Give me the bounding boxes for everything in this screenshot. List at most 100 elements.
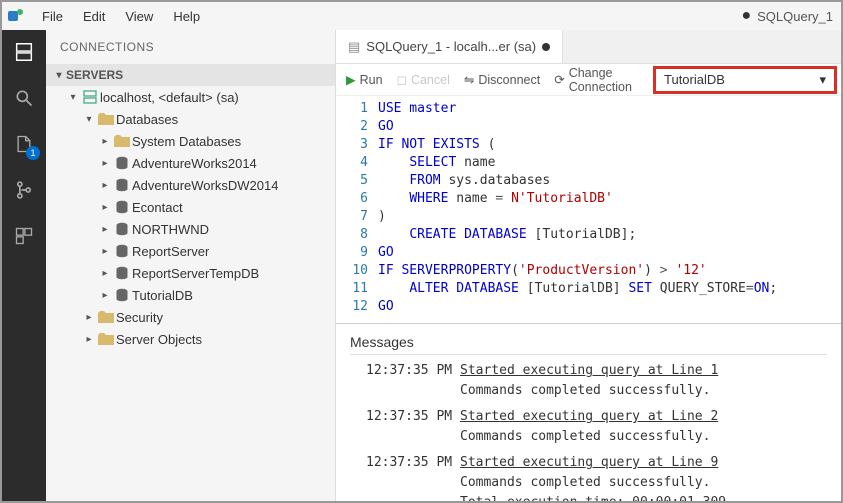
db-node[interactable]: ▸ NORTHWND (46, 218, 335, 240)
db-label: TutorialDB (132, 288, 193, 303)
tab-dirty-indicator (542, 43, 550, 51)
servers-section[interactable]: ▾ SERVERS (46, 64, 335, 86)
code-lines: USE masterGOIF NOT EXISTS ( SELECT name … (378, 100, 841, 323)
database-icon (112, 288, 132, 302)
message-row: Total execution time: 00:00:01.309 (350, 493, 827, 501)
activity-explorer-icon[interactable]: 1 (10, 130, 38, 158)
db-label: ReportServerTempDB (132, 266, 259, 281)
message-timestamp (350, 381, 460, 401)
app-icon (6, 6, 26, 26)
message-link[interactable]: Started executing query at Line 2 (460, 407, 827, 427)
db-node[interactable]: ▸TutorialDB (46, 284, 335, 306)
code-editor[interactable]: 123456789101112 USE masterGOIF NOT EXIST… (336, 96, 841, 323)
message-link[interactable]: Started executing query at Line 9 (460, 453, 827, 473)
run-button[interactable]: ▶ Run (346, 72, 383, 87)
message-row: Commands completed successfully. (350, 427, 827, 447)
database-icon (112, 178, 132, 192)
tab-sqlquery1[interactable]: ▤ SQLQuery_1 - localh...er (sa) (336, 30, 563, 63)
message-row: 12:37:35 PMStarted executing query at Li… (350, 361, 827, 381)
activity-badge: 1 (26, 146, 40, 160)
message-text: Total execution time: 00:00:01.309 (460, 493, 827, 501)
db-label: NORTHWND (132, 222, 209, 237)
chevron-right-icon: ▸ (98, 246, 112, 257)
server-objects-label: Server Objects (116, 332, 202, 347)
db-label: ReportServer (132, 244, 209, 259)
title-filename: SQLQuery_1 (757, 9, 837, 24)
query-toolbar: ▶ Run ◻ Cancel ⇋Disconnect ⟳ Change Connect… (336, 64, 841, 96)
messages-panel: Messages 12:37:35 PMStarted executing qu… (336, 323, 841, 501)
change-conn-label: Change Connection (569, 66, 639, 94)
chevron-down-icon: ▾ (66, 92, 80, 103)
folder-icon (112, 135, 132, 147)
message-timestamp: 12:37:35 PM (350, 453, 460, 473)
db-node[interactable]: ▸ ReportServerTempDB (46, 262, 335, 284)
database-icon (112, 200, 132, 214)
chevron-down-icon: ▾ (819, 72, 826, 88)
file-icon: ▤ (348, 39, 360, 55)
folder-icon (96, 333, 116, 345)
title-dirty-indicator: ● (735, 7, 757, 25)
sidebar: CONNECTIONS ▾ SERVERS ▾ localhost, <defa… (46, 30, 336, 501)
message-timestamp: 12:37:35 PM (350, 407, 460, 427)
activity-extensions-icon[interactable] (10, 222, 38, 250)
chevron-down-icon: ▾ (52, 70, 66, 81)
db-node[interactable]: ▸ ReportServer (46, 240, 335, 262)
chevron-right-icon: ▸ (98, 180, 112, 191)
database-icon (112, 222, 132, 236)
play-icon: ▶ (346, 72, 356, 87)
message-row: 12:37:35 PMStarted executing query at Li… (350, 407, 827, 427)
message-row: Commands completed successfully. (350, 381, 827, 401)
message-timestamp: 12:37:35 PM (350, 361, 460, 381)
stop-icon: ◻ (397, 72, 407, 87)
activity-search-icon[interactable] (10, 84, 38, 112)
sidebar-title: CONNECTIONS (46, 30, 335, 64)
message-row: 12:37:35 PMStarted executing query at Li… (350, 453, 827, 473)
line-gutter: 123456789101112 (336, 100, 378, 323)
activity-servers-icon[interactable] (10, 38, 38, 66)
database-selected: TutorialDB (664, 72, 725, 87)
activity-source-control-icon[interactable] (10, 176, 38, 204)
activity-bar: 1 (2, 30, 46, 501)
chevron-right-icon: ▸ (98, 268, 112, 279)
system-databases-folder[interactable]: ▸ System Databases (46, 130, 335, 152)
change-connection-button[interactable]: ⟳ Change Connection (554, 66, 639, 94)
connections-tree: ▾ SERVERS ▾ localhost, <default> (sa) ▾ … (46, 64, 335, 358)
cancel-label: Cancel (411, 73, 450, 87)
db-node[interactable]: ▸ AdventureWorksDW2014 (46, 174, 335, 196)
chevron-down-icon: ▾ (82, 114, 96, 125)
disconnect-button[interactable]: ⇋Disconnect (464, 72, 540, 87)
message-link[interactable]: Started executing query at Line 1 (460, 361, 827, 381)
server-label: localhost, <default> (sa) (100, 90, 239, 105)
cancel-button[interactable]: ◻ Cancel (397, 72, 450, 87)
message-timestamp (350, 473, 460, 493)
message-text: Commands completed successfully. (460, 473, 827, 493)
message-timestamp (350, 427, 460, 447)
databases-folder[interactable]: ▾ Databases (46, 108, 335, 130)
database-icon (112, 266, 132, 280)
change-icon: ⟳ (554, 72, 564, 87)
system-db-label: System Databases (132, 134, 241, 149)
menu-view[interactable]: View (115, 5, 163, 28)
chevron-right-icon: ▸ (82, 312, 96, 323)
run-label: Run (360, 73, 383, 87)
chevron-right-icon: ▸ (98, 202, 112, 213)
database-dropdown[interactable]: TutorialDB ▾ (653, 66, 837, 94)
menu-help[interactable]: Help (163, 5, 210, 28)
menu-file[interactable]: File (32, 5, 73, 28)
menu-bar: File Edit View Help ● SQLQuery_1 (2, 2, 841, 30)
server-icon (80, 89, 100, 105)
security-label: Security (116, 310, 163, 325)
db-label: AdventureWorksDW2014 (132, 178, 278, 193)
menu-edit[interactable]: Edit (73, 5, 115, 28)
db-node[interactable]: ▸Econtact (46, 196, 335, 218)
editor-tabs: ▤ SQLQuery_1 - localh...er (sa) (336, 30, 841, 64)
editor-area: ▤ SQLQuery_1 - localh...er (sa) ▶ Run ◻ Ca… (336, 30, 841, 501)
chevron-right-icon: ▸ (82, 334, 96, 345)
security-folder[interactable]: ▸ Security (46, 306, 335, 328)
server-objects-folder[interactable]: ▸ Server Objects (46, 328, 335, 350)
chevron-right-icon: ▸ (98, 224, 112, 235)
message-text: Commands completed successfully. (460, 381, 827, 401)
server-node[interactable]: ▾ localhost, <default> (sa) (46, 86, 335, 108)
message-text: Commands completed successfully. (460, 427, 827, 447)
db-node[interactable]: ▸AdventureWorks2014 (46, 152, 335, 174)
